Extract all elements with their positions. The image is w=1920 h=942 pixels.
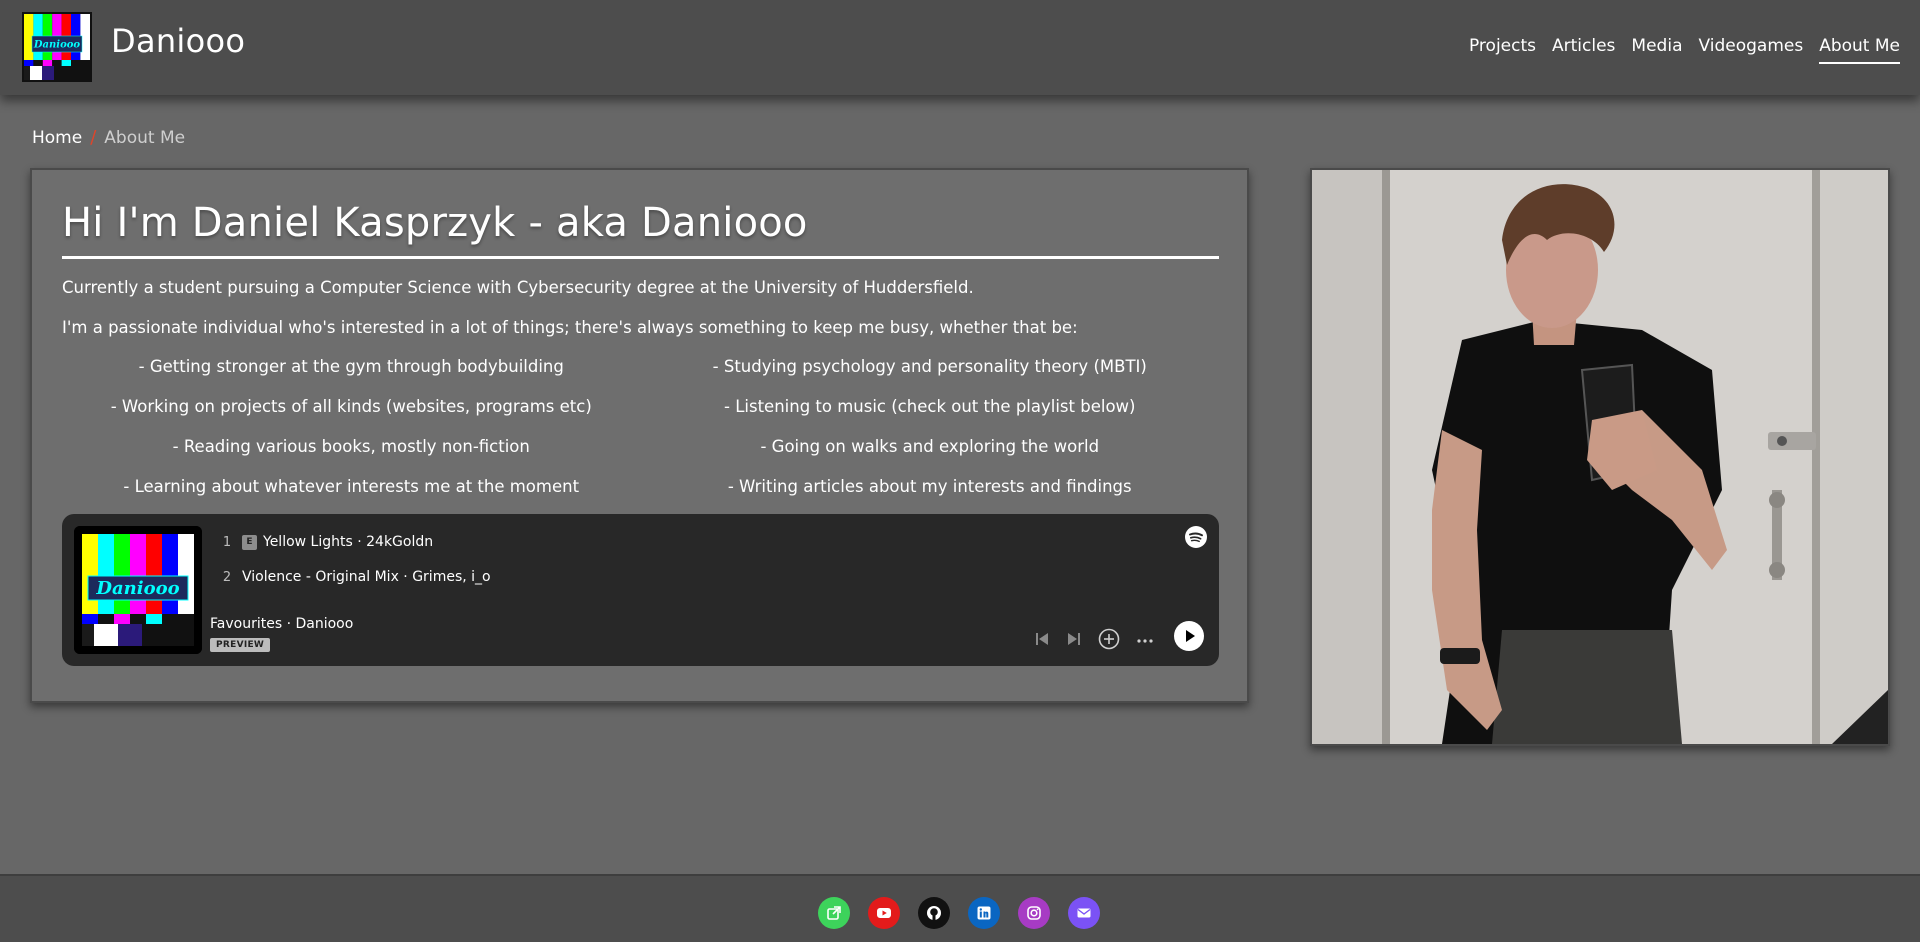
interest-item: - Learning about whatever interests me a… — [123, 477, 580, 496]
site-title[interactable]: Daniooo — [111, 22, 245, 60]
title-divider — [62, 256, 1219, 259]
interest-item: - Working on projects of all kinds (webs… — [110, 397, 592, 416]
interests-intro-text: I'm a passionate individual who's intere… — [62, 318, 1078, 337]
add-circle-icon[interactable] — [1098, 628, 1120, 650]
more-icon[interactable] — [1135, 631, 1155, 647]
interest-item: - Listening to music (check out the play… — [724, 397, 1136, 416]
social-links — [818, 897, 1100, 929]
track-number: 2 — [222, 569, 232, 585]
test-card-logo-icon: Daniooo — [24, 14, 90, 80]
interest-item: - Studying psychology and personality th… — [712, 357, 1147, 376]
skip-back-icon[interactable] — [1034, 631, 1050, 647]
email-icon[interactable] — [1068, 897, 1100, 929]
breadcrumb-current: About Me — [104, 127, 186, 148]
interests-list: - Getting stronger at the gym through bo… — [62, 356, 1219, 497]
breadcrumb-separator: / — [90, 127, 97, 148]
github-icon[interactable] — [918, 897, 950, 929]
spotify-embed[interactable]: Daniooo 1 E Yellow Lights · 24kGoldn 2 V… — [62, 514, 1219, 666]
page-title: Hi I'm Daniel Kasprzyk - aka Daniooo — [62, 200, 808, 246]
breadcrumb-home[interactable]: Home — [32, 128, 82, 148]
skip-forward-icon[interactable] — [1066, 631, 1082, 647]
profile-photo-image — [1312, 170, 1888, 744]
track-number: 1 — [222, 534, 232, 550]
playlist-name[interactable]: Favourites · Daniooo — [210, 616, 353, 632]
album-text: Daniooo — [95, 578, 179, 599]
breadcrumb: Home / About Me — [32, 127, 185, 148]
youtube-icon[interactable] — [868, 897, 900, 929]
track-row[interactable]: 1 E Yellow Lights · 24kGoldn — [212, 534, 433, 550]
nav-media[interactable]: Media — [1631, 36, 1682, 64]
site-header: Daniooo Daniooo Projects Articles Media … — [0, 0, 1920, 95]
interest-item: - Writing articles about my interests an… — [727, 477, 1132, 496]
explicit-icon: E — [242, 534, 257, 550]
preview-badge: PREVIEW — [210, 638, 271, 652]
profile-photo — [1310, 168, 1890, 746]
linkedin-icon[interactable] — [968, 897, 1000, 929]
interest-item: - Reading various books, mostly non-fict… — [172, 437, 530, 456]
intro-text: Currently a student pursuing a Computer … — [62, 278, 974, 297]
play-icon — [1186, 630, 1195, 642]
site-logo[interactable]: Daniooo — [22, 12, 92, 82]
album-cover[interactable]: Daniooo — [74, 526, 202, 654]
play-button[interactable] — [1174, 621, 1204, 651]
nav-projects[interactable]: Projects — [1469, 36, 1536, 64]
track-row[interactable]: 2 Violence - Original Mix · Grimes, i_o — [212, 569, 491, 585]
instagram-icon[interactable] — [1018, 897, 1050, 929]
site-footer — [0, 874, 1920, 942]
track-title: Violence - Original Mix · Grimes, i_o — [242, 569, 491, 585]
about-card: Hi I'm Daniel Kasprzyk - aka Daniooo Cur… — [30, 168, 1249, 703]
spotify-icon[interactable] — [1185, 526, 1207, 548]
album-art-icon: Daniooo — [74, 526, 202, 654]
track-title: Yellow Lights · 24kGoldn — [263, 534, 434, 550]
interest-item: - Getting stronger at the gym through bo… — [138, 357, 564, 376]
website-link-icon[interactable] — [818, 897, 850, 929]
main-nav: Projects Articles Media Videogames About… — [1469, 36, 1900, 64]
nav-about-me[interactable]: About Me — [1819, 36, 1900, 64]
nav-articles[interactable]: Articles — [1552, 36, 1615, 64]
nav-videogames[interactable]: Videogames — [1698, 36, 1803, 64]
logo-text: Daniooo — [33, 40, 81, 51]
interest-item: - Going on walks and exploring the world — [760, 437, 1100, 456]
